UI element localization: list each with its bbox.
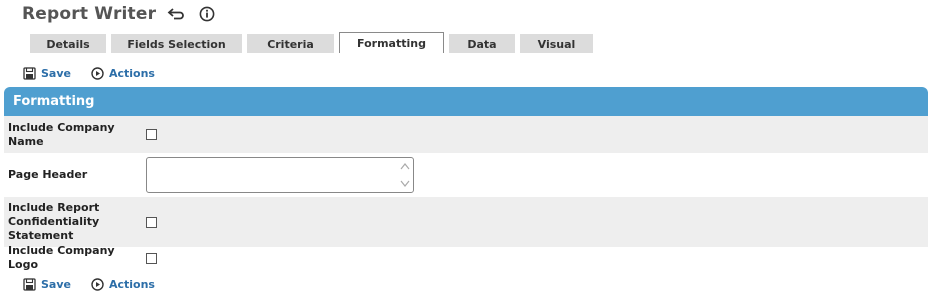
toolbar-top: Save Actions: [23, 65, 155, 81]
page-header-row: Page Header: [4, 153, 928, 197]
save-icon: [23, 277, 36, 291]
save-label: Save: [41, 66, 71, 80]
scroll-down-icon[interactable]: [400, 179, 410, 189]
page-title: Report Writer: [22, 4, 157, 24]
tab-bar: Details Fields Selection Criteria Format…: [30, 32, 598, 53]
info-icon[interactable]: [198, 5, 216, 23]
page-header-label: Page Header: [8, 168, 88, 181]
toolbar-bottom: Save Actions: [23, 276, 155, 292]
scroll-up-icon[interactable]: [400, 161, 410, 171]
include-company-name-row: Include Company Name: [4, 116, 928, 153]
actions-button[interactable]: Actions: [91, 67, 155, 80]
actions-label: Actions: [108, 277, 155, 291]
include-confidentiality-label: Include Report Confidentiality Statement: [8, 201, 100, 242]
page-header-input[interactable]: [146, 157, 414, 193]
formatting-panel: Formatting Include Company Name Page Hea…: [4, 87, 928, 271]
tab-data[interactable]: Data: [449, 34, 515, 53]
tab-visual[interactable]: Visual: [520, 34, 593, 53]
tab-fields-selection[interactable]: Fields Selection: [111, 34, 242, 53]
actions-play-icon: [91, 66, 104, 80]
save-label: Save: [41, 277, 71, 291]
include-logo-checkbox[interactable]: [146, 252, 157, 264]
include-confidentiality-row: Include Report Confidentiality Statement: [4, 197, 928, 247]
tab-formatting[interactable]: Formatting: [339, 32, 444, 53]
save-button-bottom[interactable]: Save: [23, 278, 71, 291]
page-header: Report Writer: [22, 2, 216, 26]
include-confidentiality-checkbox[interactable]: [146, 216, 157, 228]
undo-icon[interactable]: [166, 4, 186, 24]
include-logo-label: Include Company Logo: [8, 244, 115, 271]
include-company-name-label: Include Company Name: [8, 120, 115, 148]
panel-title: Formatting: [4, 87, 928, 116]
actions-label: Actions: [108, 66, 155, 80]
save-icon: [23, 66, 36, 80]
include-company-name-checkbox[interactable]: [146, 129, 157, 140]
actions-button-bottom[interactable]: Actions: [91, 278, 155, 291]
include-logo-row: Include Company Logo: [4, 244, 928, 271]
tab-criteria[interactable]: Criteria: [247, 34, 334, 53]
tab-details[interactable]: Details: [30, 34, 106, 53]
actions-play-icon: [91, 277, 104, 291]
save-button[interactable]: Save: [23, 67, 71, 80]
